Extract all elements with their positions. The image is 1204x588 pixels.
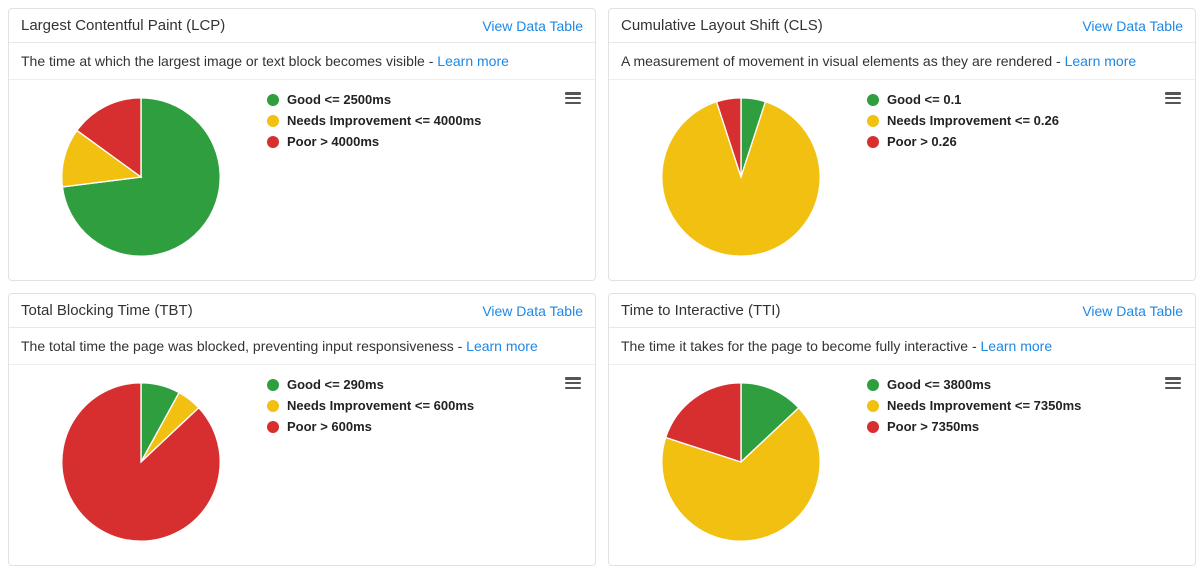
- description-text: The total time the page was blocked, pre…: [21, 338, 466, 354]
- legend-label: Poor > 4000ms: [287, 134, 379, 151]
- legend-label: Needs Improvement <= 4000ms: [287, 113, 481, 130]
- card-description: A measurement of movement in visual elem…: [609, 43, 1195, 80]
- swatch-good: [267, 94, 279, 106]
- metrics-grid: Largest Contentful Paint (LCP) View Data…: [8, 8, 1196, 566]
- card-tti: Time to Interactive (TTI) View Data Tabl…: [608, 293, 1196, 566]
- legend-label: Good <= 0.1: [887, 92, 961, 109]
- pie-chart: [621, 86, 861, 268]
- legend-label: Good <= 290ms: [287, 377, 384, 394]
- swatch-needs: [267, 115, 279, 127]
- legend-item-poor: Poor > 4000ms: [267, 134, 583, 151]
- legend-label: Good <= 2500ms: [287, 92, 391, 109]
- legend-label: Needs Improvement <= 0.26: [887, 113, 1059, 130]
- legend-item-needs: Needs Improvement <= 600ms: [267, 398, 583, 415]
- swatch-good: [867, 379, 879, 391]
- chart-legend: Good <= 0.1 Needs Improvement <= 0.26 Po…: [861, 86, 1183, 268]
- chart-legend: Good <= 3800ms Needs Improvement <= 7350…: [861, 371, 1183, 553]
- legend-item-poor: Poor > 600ms: [267, 419, 583, 436]
- legend-label: Needs Improvement <= 600ms: [287, 398, 474, 415]
- swatch-poor: [867, 421, 879, 433]
- swatch-poor: [867, 136, 879, 148]
- legend-label: Poor > 0.26: [887, 134, 957, 151]
- card-header: Total Blocking Time (TBT) View Data Tabl…: [9, 294, 595, 328]
- description-text: The time it takes for the page to become…: [621, 338, 981, 354]
- learn-more-link[interactable]: Learn more: [1065, 53, 1137, 69]
- hamburger-menu-icon[interactable]: [1161, 86, 1185, 110]
- swatch-needs: [867, 115, 879, 127]
- legend-label: Poor > 600ms: [287, 419, 372, 436]
- legend-label: Good <= 3800ms: [887, 377, 991, 394]
- card-body: Good <= 2500ms Needs Improvement <= 4000…: [9, 80, 595, 280]
- swatch-poor: [267, 136, 279, 148]
- legend-label: Poor > 7350ms: [887, 419, 979, 436]
- view-data-table-link[interactable]: View Data Table: [482, 18, 583, 34]
- description-text: A measurement of movement in visual elem…: [621, 53, 1065, 69]
- legend-item-poor: Poor > 0.26: [867, 134, 1183, 151]
- legend-item-needs: Needs Improvement <= 7350ms: [867, 398, 1183, 415]
- card-description: The total time the page was blocked, pre…: [9, 328, 595, 365]
- swatch-needs: [867, 400, 879, 412]
- legend-item-needs: Needs Improvement <= 4000ms: [267, 113, 583, 130]
- legend-item-needs: Needs Improvement <= 0.26: [867, 113, 1183, 130]
- learn-more-link[interactable]: Learn more: [981, 338, 1053, 354]
- legend-label: Needs Improvement <= 7350ms: [887, 398, 1081, 415]
- pie-chart: [621, 371, 861, 553]
- card-tbt: Total Blocking Time (TBT) View Data Tabl…: [8, 293, 596, 566]
- hamburger-menu-icon[interactable]: [561, 86, 585, 110]
- description-text: The time at which the largest image or t…: [21, 53, 437, 69]
- pie-chart: [21, 371, 261, 553]
- card-cls: Cumulative Layout Shift (CLS) View Data …: [608, 8, 1196, 281]
- hamburger-menu-icon[interactable]: [561, 371, 585, 395]
- card-title: Largest Contentful Paint (LCP): [21, 17, 225, 34]
- chart-legend: Good <= 290ms Needs Improvement <= 600ms…: [261, 371, 583, 553]
- card-title: Cumulative Layout Shift (CLS): [621, 17, 823, 34]
- card-lcp: Largest Contentful Paint (LCP) View Data…: [8, 8, 596, 281]
- hamburger-menu-icon[interactable]: [1161, 371, 1185, 395]
- pie-chart: [21, 86, 261, 268]
- card-body: Good <= 3800ms Needs Improvement <= 7350…: [609, 365, 1195, 565]
- card-title: Total Blocking Time (TBT): [21, 302, 193, 319]
- card-body: Good <= 0.1 Needs Improvement <= 0.26 Po…: [609, 80, 1195, 280]
- card-header: Largest Contentful Paint (LCP) View Data…: [9, 9, 595, 43]
- view-data-table-link[interactable]: View Data Table: [1082, 18, 1183, 34]
- swatch-good: [267, 379, 279, 391]
- card-title: Time to Interactive (TTI): [621, 302, 780, 319]
- card-description: The time it takes for the page to become…: [609, 328, 1195, 365]
- card-body: Good <= 290ms Needs Improvement <= 600ms…: [9, 365, 595, 565]
- legend-item-poor: Poor > 7350ms: [867, 419, 1183, 436]
- swatch-needs: [267, 400, 279, 412]
- legend-item-good: Good <= 0.1: [867, 92, 1183, 109]
- swatch-poor: [267, 421, 279, 433]
- view-data-table-link[interactable]: View Data Table: [482, 303, 583, 319]
- view-data-table-link[interactable]: View Data Table: [1082, 303, 1183, 319]
- swatch-good: [867, 94, 879, 106]
- card-header: Cumulative Layout Shift (CLS) View Data …: [609, 9, 1195, 43]
- card-description: The time at which the largest image or t…: [9, 43, 595, 80]
- chart-legend: Good <= 2500ms Needs Improvement <= 4000…: [261, 86, 583, 268]
- card-header: Time to Interactive (TTI) View Data Tabl…: [609, 294, 1195, 328]
- legend-item-good: Good <= 2500ms: [267, 92, 583, 109]
- learn-more-link[interactable]: Learn more: [437, 53, 509, 69]
- legend-item-good: Good <= 290ms: [267, 377, 583, 394]
- learn-more-link[interactable]: Learn more: [466, 338, 538, 354]
- legend-item-good: Good <= 3800ms: [867, 377, 1183, 394]
